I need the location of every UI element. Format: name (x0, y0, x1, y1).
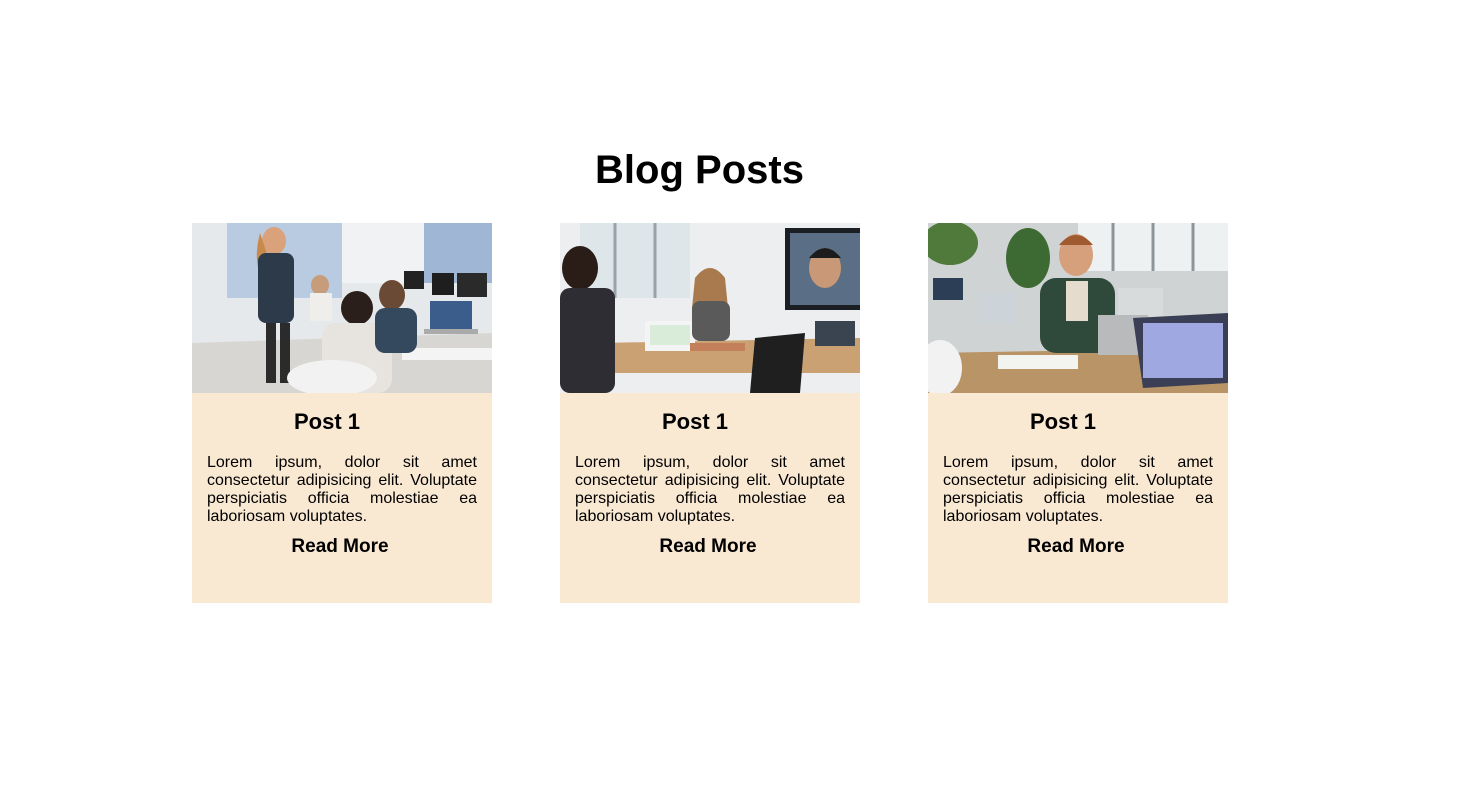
post-excerpt: Lorem ipsum, dolor sit amet consectetur … (575, 454, 845, 525)
blog-post-card: Post 1 Lorem ipsum, dolor sit amet conse… (560, 223, 860, 603)
read-more-link[interactable]: Read More (928, 536, 1224, 558)
blog-post-card: Post 1 Lorem ipsum, dolor sit amet conse… (192, 223, 492, 603)
read-more-link[interactable]: Read More (192, 536, 488, 558)
blog-post-card: Post 1 Lorem ipsum, dolor sit amet conse… (928, 223, 1228, 603)
post-title: Post 1 (661, 409, 729, 434)
read-more-link[interactable]: Read More (560, 536, 856, 558)
blog-page: Blog Posts Post 1 Lorem ipsum, dolor sit… (0, 0, 1473, 798)
post-image (192, 223, 492, 393)
page-title: Blog Posts (595, 148, 804, 192)
post-title: Post 1 (293, 409, 361, 434)
post-image (928, 223, 1228, 393)
post-excerpt: Lorem ipsum, dolor sit amet consectetur … (943, 454, 1213, 525)
post-title: Post 1 (1029, 409, 1097, 434)
post-excerpt: Lorem ipsum, dolor sit amet consectetur … (207, 454, 477, 525)
post-image (560, 223, 860, 393)
